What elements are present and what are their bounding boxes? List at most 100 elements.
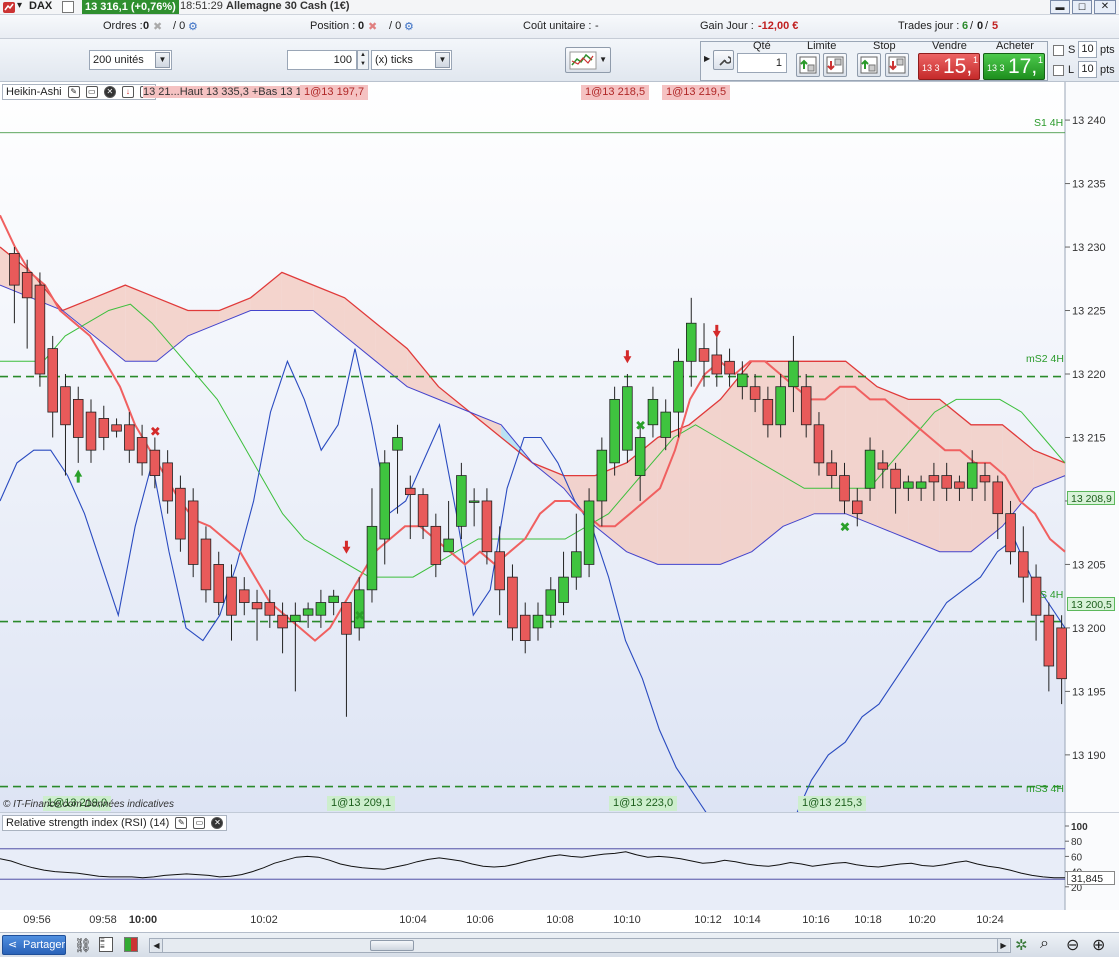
arrow-down-icon[interactable]: ↓ <box>121 86 134 99</box>
stop-loss-points-unit: pts <box>1100 44 1115 56</box>
limit-buy-button[interactable] <box>796 53 820 77</box>
price-tick-label: 13 240 <box>1072 115 1106 127</box>
candle-body <box>775 386 786 426</box>
trade-tag[interactable]: 1@13 223,0 <box>609 796 678 811</box>
candle-body <box>992 481 1004 515</box>
sell-header: Vendre <box>932 40 967 52</box>
link-icon[interactable] <box>62 1 74 13</box>
candle-body <box>915 481 927 489</box>
autoscroll-icon[interactable]: ✲ <box>1015 936 1028 954</box>
candle-body <box>724 360 735 375</box>
candle-body <box>519 614 531 642</box>
candle-body <box>124 424 135 451</box>
indicator-name: Heikin-Ashi <box>6 86 62 98</box>
scroll-left-icon[interactable]: ◀ <box>151 939 163 952</box>
trade-tag[interactable]: 1@13 215,3 <box>798 796 867 811</box>
units-select[interactable]: 200 unités ▼ <box>89 50 172 70</box>
share-button[interactable]: ⋖ Partager <box>2 935 66 955</box>
chevron-down-icon[interactable]: ▼ <box>155 52 170 68</box>
candle-body <box>928 475 940 483</box>
scroll-right-icon[interactable]: ▶ <box>997 939 1009 952</box>
zoom-out-icon[interactable]: ⊖ <box>1066 935 1079 955</box>
candle-body <box>60 386 71 426</box>
time-axis[interactable]: 09:56 09:58 10:00 10:02 10:04 10:06 10:0… <box>0 910 1119 932</box>
trade-tag[interactable]: 1@13 209,1 <box>327 796 396 811</box>
candle-body <box>136 437 148 464</box>
heikin-ashi-label[interactable]: Heikin-Ashi ✎ ▭ ✕ ↓ ↑ <box>2 84 156 100</box>
minimize-icon[interactable]: ▬ <box>1050 0 1070 14</box>
rsi-panel[interactable]: 10080604020 Relative strength index (RSI… <box>0 811 1119 910</box>
table-icon[interactable]: ≡ ≡ <box>99 937 113 952</box>
app-icon <box>3 2 15 13</box>
horizontal-scrollbar[interactable]: ◀ ▶ <box>149 938 1011 953</box>
indicators-icon[interactable] <box>124 937 138 952</box>
wrench-icon[interactable]: ✎ <box>175 817 188 830</box>
limit-label: L <box>1068 64 1075 76</box>
maximize-icon[interactable]: ☐ <box>1072 0 1092 14</box>
ticks-spinner[interactable]: ▲ ▼ <box>357 50 369 70</box>
instrument-description: Allemagne 30 Cash (1€) <box>226 0 350 12</box>
window-icon[interactable]: ▭ <box>85 86 98 99</box>
wrench-button[interactable] <box>713 50 734 70</box>
candle-body <box>583 500 595 565</box>
position-settings-icon[interactable]: ⚙ <box>404 20 414 33</box>
candle-body <box>558 576 569 603</box>
candle-body <box>596 449 608 502</box>
stop-loss-checkbox[interactable] <box>1053 45 1064 56</box>
zoom-in-icon[interactable]: ⊕ <box>1092 935 1105 955</box>
candle-body <box>200 538 212 591</box>
panel-arrow-icon[interactable]: ▶ <box>704 54 710 63</box>
trade-tag[interactable]: 1@13 219,5 <box>662 85 731 100</box>
close-icon[interactable]: ✕ <box>103 86 116 99</box>
chevron-down-icon[interactable]: ▼ <box>599 55 607 64</box>
trade-tag[interactable]: 1@13 197,7 <box>300 85 369 100</box>
chart-type-button[interactable]: ▼ <box>565 47 611 73</box>
candle-body <box>686 322 697 362</box>
trade-tag[interactable]: 1@13 218,5 <box>581 85 650 100</box>
orders-cancel-icon[interactable]: ✖ <box>153 20 162 33</box>
ticks-unit-select[interactable]: (x) ticks ▼ <box>371 50 452 70</box>
stop-buy-button[interactable] <box>857 53 881 77</box>
close-icon[interactable]: ✕ <box>211 817 224 830</box>
candle-body <box>839 475 850 502</box>
buy-button[interactable]: 13 3 17, 1 <box>983 53 1045 80</box>
wrench-icon[interactable]: ✎ <box>67 86 80 99</box>
price-axis[interactable] <box>1065 82 1119 812</box>
limit-sell-button[interactable] <box>823 53 847 77</box>
stop-loss-points-input[interactable]: 10 <box>1078 41 1097 58</box>
candle-body <box>1056 627 1067 680</box>
link-icon[interactable]: ⛓ <box>74 937 92 954</box>
buy-price-suffix: 1 <box>1038 55 1044 65</box>
instrument-dropdown-icon[interactable]: ▾ <box>17 0 22 11</box>
ticks-quantity-input[interactable]: 100 <box>287 50 357 70</box>
candle-body <box>315 602 327 616</box>
candle-body <box>749 386 761 400</box>
scrollbar-thumb[interactable] <box>370 940 414 951</box>
candle-body <box>711 354 723 375</box>
instrument-name[interactable]: DAX <box>29 0 52 12</box>
position-close-icon[interactable]: ✖ <box>368 20 377 33</box>
qty-input[interactable]: 1 <box>737 53 787 73</box>
price-chart[interactable]: ✖ ✖ ✖ ✖ 13 240 13 235 13 230 13 225 13 220 13 21… <box>0 82 1119 857</box>
sell-button[interactable]: 13 3 15, 1 <box>918 53 980 80</box>
zoom-fit-icon[interactable]: ⌕ <box>1040 935 1049 953</box>
rsi-tick-label: 60 <box>1071 852 1083 863</box>
time-tick: 10:24 <box>976 914 1004 926</box>
orders-settings-icon[interactable]: ⚙ <box>188 20 198 33</box>
candle-body <box>187 500 199 565</box>
close-icon[interactable]: ✕ <box>1094 0 1116 14</box>
price-tick-label: 13 200 <box>1072 623 1106 635</box>
window-icon[interactable]: ▭ <box>193 817 206 830</box>
price-chart-svg[interactable]: ✖ ✖ ✖ ✖ 13 240 13 235 13 230 13 225 13 220 13 21… <box>0 82 1119 857</box>
ticks-quantity-value: 100 <box>333 54 352 66</box>
chevron-down-icon[interactable]: ▼ <box>435 52 450 68</box>
candle-body <box>9 252 20 286</box>
time-tick: 09:58 <box>89 914 117 926</box>
stop-sell-button[interactable] <box>885 53 909 77</box>
share-label: Partager <box>23 939 66 951</box>
rsi-label[interactable]: Relative strength index (RSI) (14) ✎ ▭ ✕ <box>2 815 228 831</box>
price-tag: 13 200,5 <box>1067 597 1115 611</box>
candle-body <box>379 462 391 540</box>
limit-points-input[interactable]: 10 <box>1078 61 1097 78</box>
limit-checkbox[interactable] <box>1053 65 1064 76</box>
